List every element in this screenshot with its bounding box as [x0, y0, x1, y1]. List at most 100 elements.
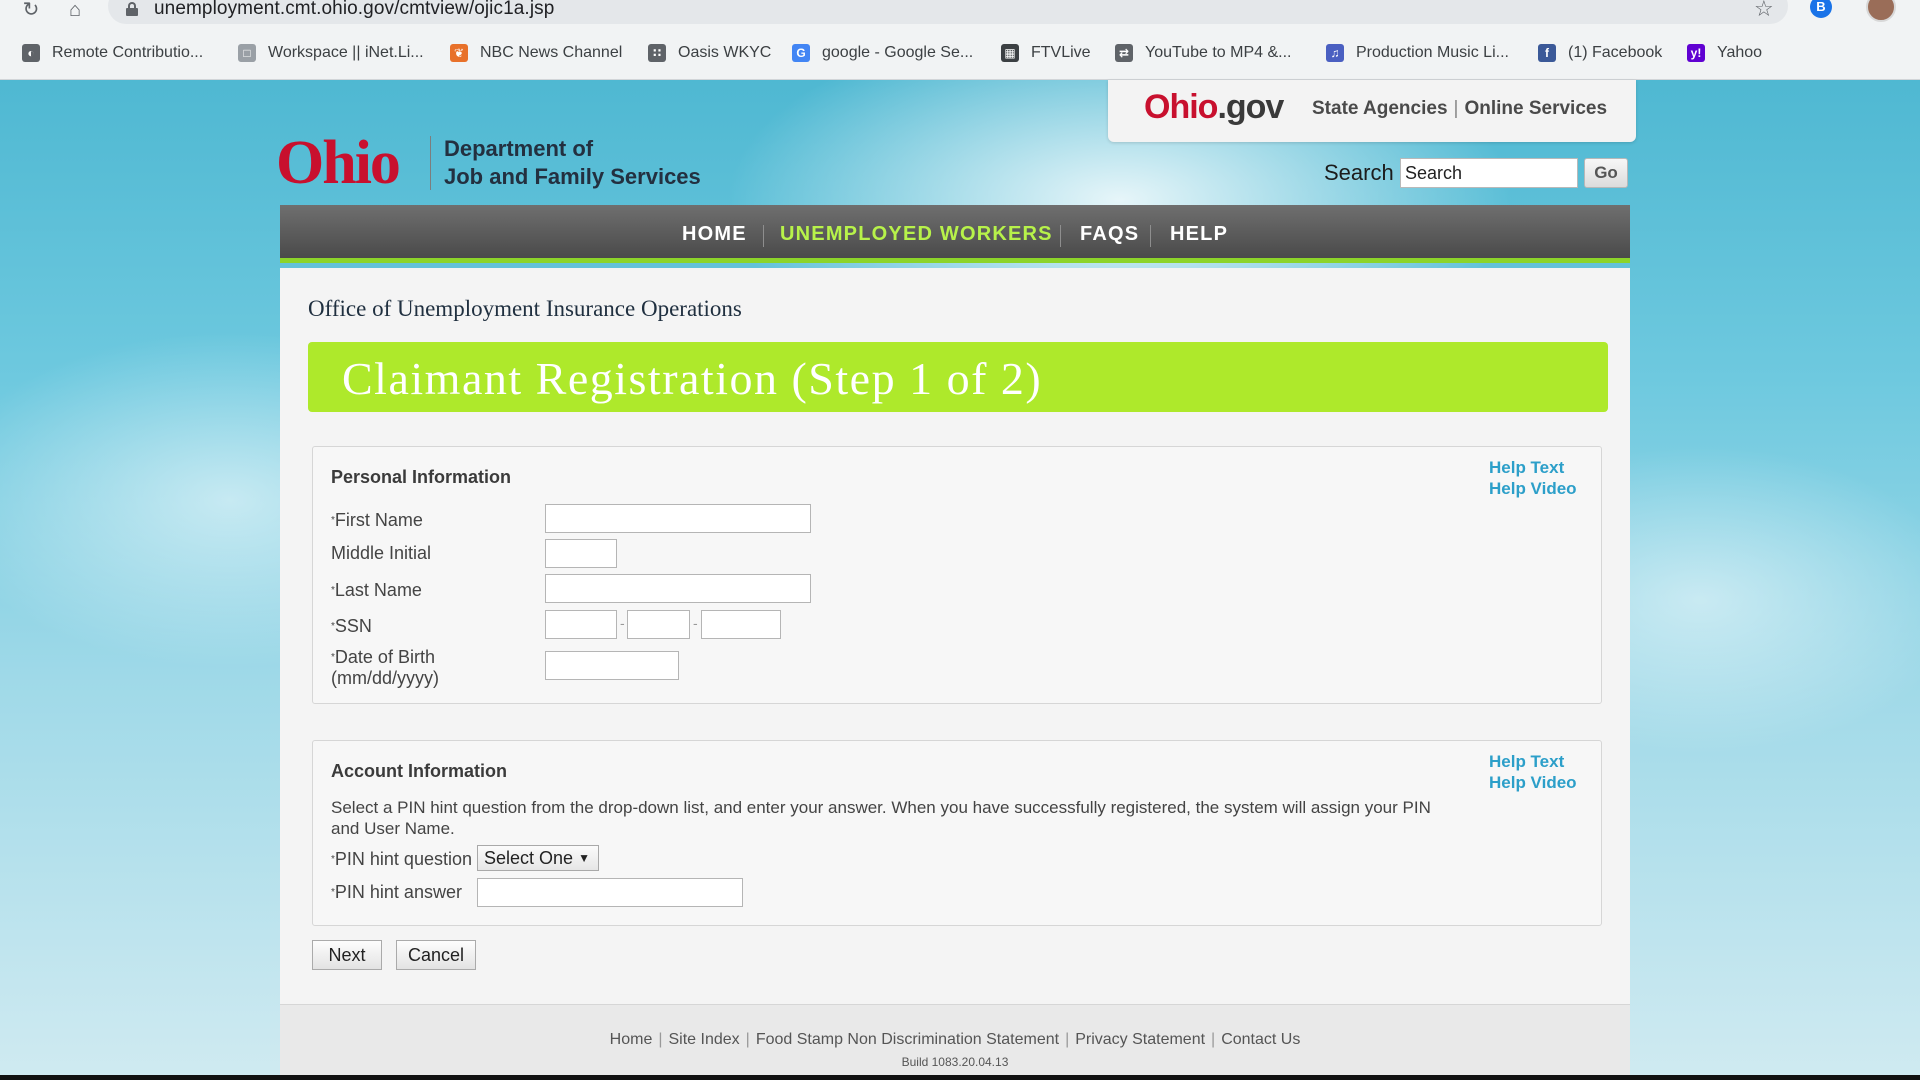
ohio-gov-bar: Ohio.gov State Agencies | Online Services	[1108, 80, 1636, 142]
lock-icon	[126, 2, 138, 16]
reload-icon[interactable]: ↻	[18, 0, 44, 22]
search-input[interactable]	[1400, 158, 1578, 188]
bookmark-label: FTVLive	[1031, 44, 1091, 61]
bookmark-label: google - Google Se...	[822, 44, 974, 61]
bookmark-star-icon[interactable]: ☆	[1754, 0, 1774, 22]
first-name-label: *First Name	[331, 510, 423, 530]
extension-icon[interactable]: B	[1810, 0, 1832, 18]
bookmark-item[interactable]: y! Yahoo	[1687, 41, 1762, 65]
footer-links: Home | Site Index | Food Stamp Non Discrimin…	[280, 1031, 1630, 1049]
bookmark-item[interactable]: ◐ Remote Contributio...	[22, 41, 203, 65]
nav-separator	[763, 225, 764, 247]
pin-hint-question-label: *PIN hint question	[331, 849, 472, 869]
first-name-input[interactable]	[545, 504, 811, 533]
ssn-dash: -	[693, 615, 698, 631]
bookmark-item[interactable]: ∷ Oasis WKYC	[648, 41, 771, 65]
middle-initial-input[interactable]	[545, 539, 617, 568]
bookmark-item[interactable]: f (1) Facebook	[1538, 41, 1662, 65]
taskbar-edge	[0, 1075, 1920, 1080]
state-agencies-link[interactable]: State Agencies	[1312, 98, 1448, 119]
account-help-text-link[interactable]: Help Text	[1489, 751, 1577, 772]
account-help-video-link[interactable]: Help Video	[1489, 772, 1577, 793]
yahoo-icon: y!	[1687, 44, 1705, 62]
address-row: ↻ ⌂ unemployment.cmt.ohio.gov/cmtview/oj…	[0, 0, 1920, 26]
profile-avatar[interactable]	[1866, 0, 1896, 22]
account-help-links: Help Text Help Video	[1489, 751, 1577, 793]
department-name: Department of Job and Family Services	[444, 135, 701, 191]
ohio-logo[interactable]: Ohio	[276, 128, 401, 199]
nav-separator	[1150, 225, 1151, 247]
nav-separator	[1060, 225, 1061, 247]
next-button[interactable]: Next	[312, 940, 382, 970]
bookmark-label: Oasis WKYC	[678, 44, 772, 61]
nav-home[interactable]: HOME	[682, 223, 747, 246]
footer-link[interactable]: Site Index	[669, 1031, 740, 1048]
bookmark-item[interactable]: ⇄ YouTube to MP4 &...	[1115, 41, 1291, 65]
bookmark-item[interactable]: ♫ Production Music Li...	[1326, 41, 1509, 65]
footer-link[interactable]: Contact Us	[1221, 1031, 1300, 1048]
dob-input[interactable]	[545, 651, 679, 680]
office-title: Office of Unemployment Insurance Operati…	[308, 296, 742, 321]
search-label: Search	[1324, 160, 1394, 185]
personal-help-video-link[interactable]: Help Video	[1489, 478, 1577, 499]
bookmark-item[interactable]: □ Workspace || iNet.Li...	[238, 41, 424, 65]
footer: Home | Site Index | Food Stamp Non Discrimin…	[280, 1004, 1630, 1075]
footer-link[interactable]: Privacy Statement	[1075, 1031, 1205, 1048]
bookmark-label: NBC News Channel	[480, 44, 623, 61]
top-links: State Agencies | Online Services	[1312, 98, 1608, 119]
bookmark-item[interactable]: Ggoogle - Google Se...	[792, 41, 973, 65]
browser-chrome: ↻ ⌂ unemployment.cmt.ohio.gov/cmtview/oj…	[0, 0, 1920, 80]
ssn-label: *SSN	[331, 616, 372, 636]
pin-hint-answer-input[interactable]	[477, 878, 743, 907]
build-number: Build 1083.20.04.13	[901, 1055, 1009, 1069]
pin-hint-question-select[interactable]: Select One ▼	[477, 845, 599, 871]
bookmark-label: YouTube to MP4 &...	[1145, 44, 1292, 61]
personal-help-links: Help Text Help Video	[1489, 457, 1577, 499]
bookmark-label: (1) Facebook	[1568, 44, 1663, 61]
ssn-part2-input[interactable]	[627, 610, 690, 639]
grid-icon: ∷	[648, 44, 666, 62]
footer-separator: |	[745, 1031, 750, 1048]
content-panel: Office of Unemployment Insurance Operati…	[280, 268, 1630, 1004]
url-text[interactable]: unemployment.cmt.ohio.gov/cmtview/ojic1a…	[154, 0, 554, 20]
footer-link[interactable]: Home	[610, 1031, 653, 1048]
bookmark-item[interactable]: ▦ FTVLive	[1001, 41, 1091, 65]
dropdown-arrow-icon: ▼	[578, 851, 590, 865]
bookmark-label: Yahoo	[1717, 44, 1763, 61]
remote-icon: ◐	[22, 44, 40, 62]
ssn-part3-input[interactable]	[701, 610, 781, 639]
bookmark-label: Workspace || iNet.Li...	[268, 44, 424, 61]
dept-line-1: Department of	[444, 136, 594, 161]
last-name-input[interactable]	[545, 574, 811, 603]
home-icon[interactable]: ⌂	[62, 0, 88, 22]
go-button[interactable]: Go	[1584, 158, 1628, 188]
nbc-peacock-icon: ❦	[450, 44, 468, 62]
facebook-icon: f	[1538, 44, 1556, 62]
cancel-button[interactable]: Cancel	[396, 940, 476, 970]
page-icon: □	[238, 44, 256, 62]
online-services-link[interactable]: Online Services	[1464, 98, 1607, 119]
google-icon: G	[792, 44, 810, 62]
footer-separator: |	[658, 1031, 663, 1048]
nav-help[interactable]: HELP	[1170, 223, 1228, 246]
personal-information-section: Personal Information Help Text Help Vide…	[312, 446, 1602, 704]
bookmark-item[interactable]: ❦ NBC News Channel	[450, 41, 622, 65]
bookmark-label: Production Music Li...	[1356, 44, 1509, 61]
account-information-title: Account Information	[331, 761, 507, 781]
dept-line-2: Job and Family Services	[444, 164, 701, 189]
ssn-part1-input[interactable]	[545, 610, 617, 639]
bookmark-label: Remote Contributio...	[52, 44, 204, 61]
page-title: Claimant Registration (Step 1 of 2)	[342, 353, 1043, 404]
personal-help-text-link[interactable]: Help Text	[1489, 457, 1577, 478]
ftvlive-icon: ▦	[1001, 44, 1019, 62]
bookmarks-bar: ◐ Remote Contributio... □ Workspace || iNet…	[0, 36, 1920, 70]
footer-separator: |	[1065, 1031, 1070, 1048]
ohio-gov-logo[interactable]: Ohio.gov	[1144, 88, 1284, 127]
music-icon: ♫	[1326, 44, 1344, 62]
footer-link[interactable]: Food Stamp Non Discrimination Statement	[756, 1031, 1059, 1048]
nav-faqs[interactable]: FAQS	[1080, 223, 1139, 246]
footer-separator: |	[1211, 1031, 1216, 1048]
account-information-section: Account Information Help Text Help Video…	[312, 740, 1602, 926]
nav-unemployed-workers[interactable]: UNEMPLOYED WORKERS	[780, 223, 1053, 246]
middle-initial-label: Middle Initial	[331, 543, 432, 563]
